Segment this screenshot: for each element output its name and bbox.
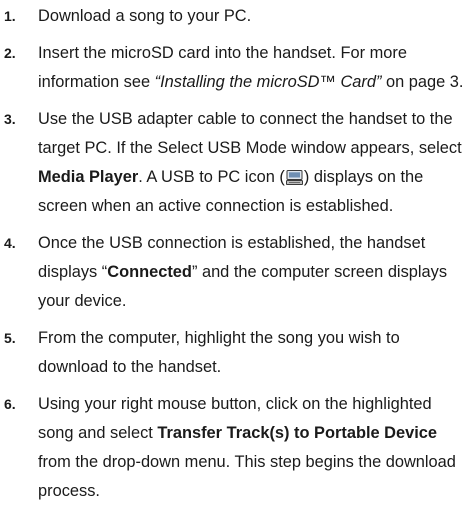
list-item-step-2: 2. Insert the microSD card into the hand… [0, 39, 474, 97]
step-number: 1. [4, 8, 16, 24]
list-item-step-6: 6. Using your right mouse button, click … [0, 390, 474, 506]
step-number: 4. [4, 235, 16, 251]
list-item-step-4: 4. Once the USB connection is establishe… [0, 229, 474, 316]
cross-reference-link[interactable]: “Installing the microSD™ Card” [155, 73, 382, 91]
step-text: From the computer, highlight the song yo… [38, 329, 400, 376]
step-number: 2. [4, 45, 16, 61]
step-text: . A USB to PC icon ( [138, 168, 285, 186]
media-player-option: Media Player [38, 168, 139, 186]
transfer-track-option: Transfer Track(s) to Portable Device [157, 424, 438, 442]
list-item-step-3: 3. Use the USB adapter cable to connect … [0, 105, 474, 221]
step-text: Download a song to your PC. [38, 7, 252, 25]
step-text: on page 3. [381, 73, 464, 91]
connected-status-text: Connected [107, 263, 192, 281]
step-number: 6. [4, 396, 16, 412]
step-number: 3. [4, 111, 16, 127]
document-page: 1. Download a song to your PC. 2. Insert… [0, 0, 474, 500]
step-number: 5. [4, 330, 16, 346]
list-item-step-1: 1. Download a song to your PC. [0, 2, 474, 31]
list-item-step-5: 5. From the computer, highlight the song… [0, 324, 474, 382]
instruction-list: 1. Download a song to your PC. 2. Insert… [0, 2, 474, 506]
step-text: from the drop-down menu. This step begin… [38, 453, 456, 500]
usb-to-pc-icon [285, 170, 303, 185]
step-text: Use the USB adapter cable to connect the… [38, 110, 462, 157]
